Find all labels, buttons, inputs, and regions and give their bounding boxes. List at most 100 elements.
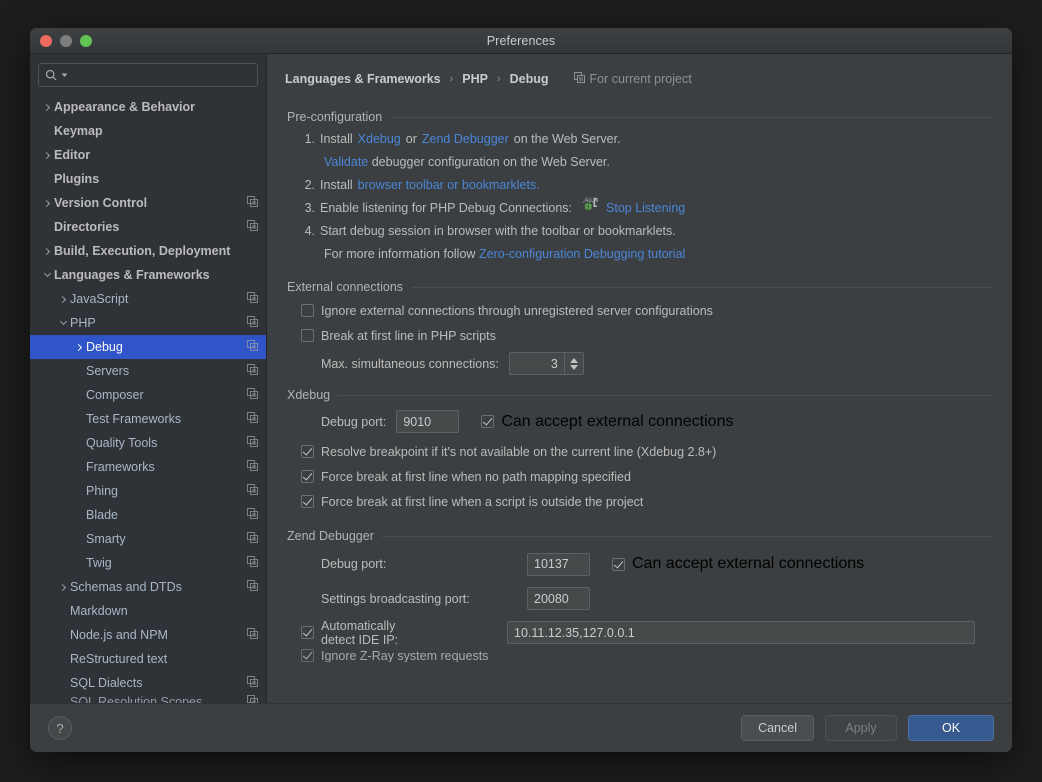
- zero-config-tutorial-link[interactable]: Zero-configuration Debugging tutorial: [479, 247, 685, 261]
- dialog-footer: ? Cancel Apply OK: [30, 703, 1012, 752]
- tree-toggle[interactable]: [56, 317, 70, 326]
- project-scope-icon: [247, 556, 258, 570]
- ignore-external-connections-checkbox[interactable]: [301, 304, 314, 317]
- tree-toggle[interactable]: [40, 247, 54, 255]
- max-connections-input[interactable]: [509, 353, 564, 374]
- sidebar-item-node-js-and-npm[interactable]: Node.js and NPM: [30, 623, 266, 647]
- zend-auto-detect-ip-label: Automatically detect IDE IP:: [321, 618, 399, 647]
- search-input[interactable]: [71, 67, 251, 83]
- sidebar-item-label: Blade: [86, 508, 118, 522]
- tree-toggle[interactable]: [40, 151, 54, 159]
- apply-button[interactable]: Apply: [825, 715, 897, 741]
- sidebar-item-label: Composer: [86, 388, 144, 402]
- bug-listening-icon: ‚Äú‚Äú: [583, 197, 600, 220]
- preconfig-step-4: 4. Start debug session in browser with t…: [301, 220, 992, 243]
- xdebug-force-break-outside-checkbox[interactable]: [301, 495, 314, 508]
- zend-ignore-zray-row[interactable]: Ignore Z-Ray system requests: [301, 649, 992, 662]
- preconfig-step-2: 2. Install browser toolbar or bookmarkle…: [301, 174, 992, 197]
- chevron-right-icon[interactable]: [58, 583, 67, 591]
- cancel-button[interactable]: Cancel: [741, 715, 814, 741]
- sidebar-item-languages-frameworks[interactable]: Languages & Frameworks: [30, 263, 266, 287]
- chevron-right-icon[interactable]: [74, 343, 83, 351]
- sidebar-item-schemas-and-dtds[interactable]: Schemas and DTDs: [30, 575, 266, 599]
- validate-link[interactable]: Validate: [324, 155, 368, 169]
- zend-debug-port-input[interactable]: [527, 552, 590, 576]
- zend-broadcast-port-input[interactable]: [527, 587, 590, 610]
- sidebar-item-appearance-behavior[interactable]: Appearance & Behavior: [30, 95, 266, 119]
- sidebar-item-version-control[interactable]: Version Control: [30, 191, 266, 215]
- xdebug-force-break-no-path-row[interactable]: Force break at first line when no path m…: [301, 464, 992, 489]
- sidebar-item-editor[interactable]: Editor: [30, 143, 266, 167]
- sidebar-item-php[interactable]: PHP: [30, 311, 266, 335]
- tree-toggle[interactable]: [72, 343, 86, 351]
- xdebug-force-break-outside-row[interactable]: Force break at first line when a script …: [301, 489, 992, 514]
- xdebug-link[interactable]: Xdebug: [358, 128, 401, 151]
- chevron-right-icon[interactable]: [58, 295, 67, 303]
- sidebar-item-javascript[interactable]: JavaScript: [30, 287, 266, 311]
- sidebar-item-servers[interactable]: Servers: [30, 359, 266, 383]
- step-text: Enable listening for PHP Debug Connectio…: [320, 201, 573, 215]
- ignore-external-connections-row[interactable]: Ignore external connections through unre…: [301, 298, 992, 323]
- sidebar-item-keymap[interactable]: Keymap: [30, 119, 266, 143]
- sidebar-item-composer[interactable]: Composer: [30, 383, 266, 407]
- search-dropdown-icon[interactable]: [61, 72, 68, 79]
- sidebar-item-smarty[interactable]: Smarty: [30, 527, 266, 551]
- sidebar-item-directories[interactable]: Directories: [30, 215, 266, 239]
- sidebar-item-build-execution-deployment[interactable]: Build, Execution, Deployment: [30, 239, 266, 263]
- breadcrumb-item-languages[interactable]: Languages & Frameworks: [285, 72, 441, 86]
- break-first-line-row[interactable]: Break at first line in PHP scripts: [301, 323, 992, 348]
- sidebar-item-quality-tools[interactable]: Quality Tools: [30, 431, 266, 455]
- step-text: Install: [320, 178, 353, 192]
- zend-auto-detect-ip-group[interactable]: Automatically detect IDE IP:: [301, 619, 429, 647]
- zend-debug-port-label: Debug port:: [321, 557, 387, 571]
- zend-ide-ip-input[interactable]: [507, 621, 975, 644]
- xdebug-accept-external-checkbox[interactable]: [481, 415, 495, 428]
- help-button[interactable]: ?: [48, 716, 72, 740]
- sidebar-item-label: Languages & Frameworks: [54, 268, 210, 282]
- sidebar-item-label: Smarty: [86, 532, 126, 546]
- chevron-right-icon[interactable]: [42, 151, 51, 159]
- chevron-right-icon[interactable]: [42, 247, 51, 255]
- break-first-line-checkbox[interactable]: [301, 329, 314, 342]
- tree-toggle[interactable]: [40, 199, 54, 207]
- sidebar-item-restructured-text[interactable]: ReStructured text: [30, 647, 266, 671]
- ok-button[interactable]: OK: [908, 715, 994, 741]
- stepper-buttons[interactable]: [563, 353, 583, 374]
- tree-toggle[interactable]: [40, 269, 54, 278]
- stepper-down-icon[interactable]: [569, 364, 578, 370]
- xdebug-debug-port-input[interactable]: [396, 410, 460, 433]
- sidebar-item-sql-resolution-scopes[interactable]: SQL Resolution Scopes: [30, 695, 266, 703]
- sidebar-item-twig[interactable]: Twig: [30, 551, 266, 575]
- sidebar-item-blade[interactable]: Blade: [30, 503, 266, 527]
- sidebar-item-markdown[interactable]: Markdown: [30, 599, 266, 623]
- sidebar-item-label: Servers: [86, 364, 130, 378]
- tree-toggle[interactable]: [56, 583, 70, 591]
- xdebug-resolve-breakpoint-row[interactable]: Resolve breakpoint if it's not available…: [301, 439, 992, 464]
- chevron-down-icon[interactable]: [43, 269, 51, 278]
- sidebar-item-debug[interactable]: Debug: [30, 335, 266, 359]
- group-title-label: Zend Debugger: [287, 529, 374, 543]
- zend-auto-detect-ip-checkbox[interactable]: [301, 626, 314, 639]
- stepper-up-icon[interactable]: [569, 357, 578, 363]
- chevron-right-icon[interactable]: [42, 199, 51, 207]
- sidebar-item-phing[interactable]: Phing: [30, 479, 266, 503]
- zend-ignore-zray-checkbox[interactable]: [301, 649, 314, 662]
- max-connections-stepper[interactable]: [508, 352, 584, 375]
- sidebar-item-plugins[interactable]: Plugins: [30, 167, 266, 191]
- breadcrumb-item-php[interactable]: PHP: [462, 72, 488, 86]
- sidebar-item-frameworks[interactable]: Frameworks: [30, 455, 266, 479]
- xdebug-force-break-no-path-checkbox[interactable]: [301, 470, 314, 483]
- stop-listening-link[interactable]: Stop Listening: [606, 197, 685, 220]
- xdebug-resolve-breakpoint-checkbox[interactable]: [301, 445, 314, 458]
- zend-accept-external-checkbox[interactable]: [612, 557, 625, 571]
- search-box[interactable]: [38, 63, 258, 87]
- tree-toggle[interactable]: [40, 103, 54, 111]
- chevron-down-icon[interactable]: [59, 317, 67, 326]
- tree-toggle[interactable]: [56, 295, 70, 303]
- settings-tree[interactable]: Appearance & Behavior Keymap Editor Plugins…: [30, 93, 266, 703]
- chevron-right-icon[interactable]: [42, 103, 51, 111]
- zend-debugger-link[interactable]: Zend Debugger: [422, 128, 509, 151]
- sidebar-item-test-frameworks[interactable]: Test Frameworks: [30, 407, 266, 431]
- sidebar-item-sql-dialects[interactable]: SQL Dialects: [30, 671, 266, 695]
- browser-toolbar-link[interactable]: browser toolbar or bookmarklets.: [358, 174, 540, 197]
